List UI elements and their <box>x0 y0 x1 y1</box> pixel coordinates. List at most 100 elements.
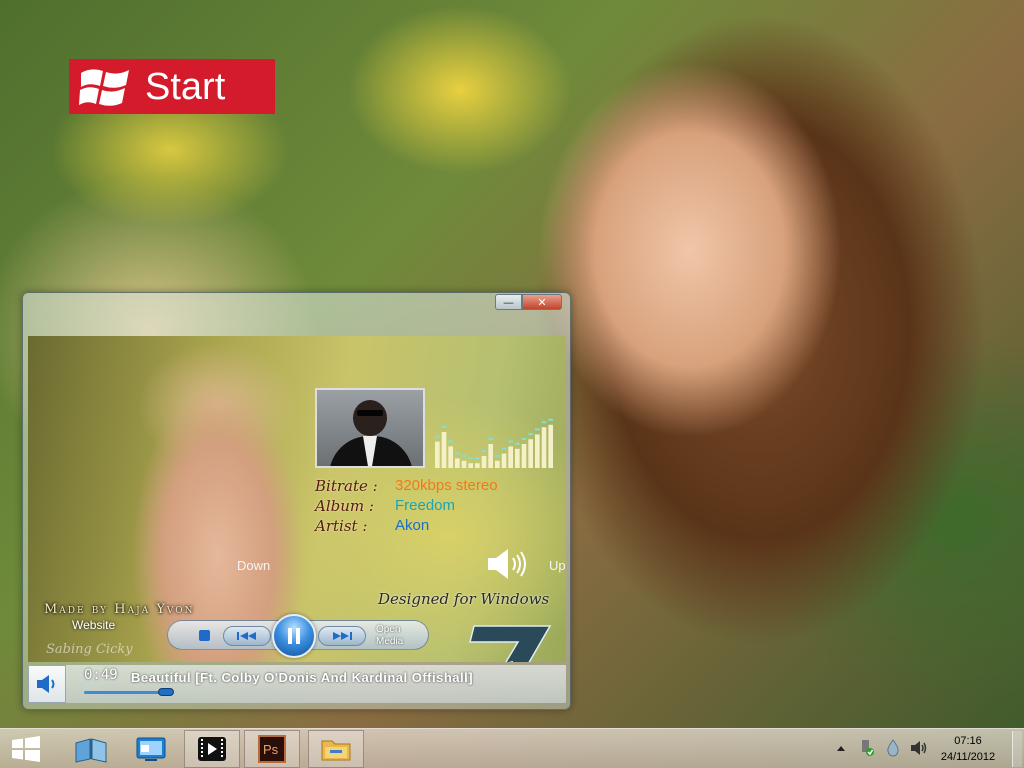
start-label: Start <box>145 65 226 108</box>
open-media-button[interactable]: Open Media <box>376 624 403 648</box>
folder-icon <box>321 740 351 761</box>
equalizer-bar <box>528 439 533 468</box>
pause-button[interactable] <box>272 614 316 658</box>
equalizer-bar <box>495 460 500 468</box>
next-icon <box>333 632 352 640</box>
equalizer-bar <box>481 456 487 468</box>
equalizer-bar <box>475 463 480 468</box>
safely-remove-hardware-button[interactable] <box>858 739 876 757</box>
action-center-button[interactable] <box>884 739 902 757</box>
minimize-button[interactable]: — <box>495 294 522 310</box>
taskbar-clock[interactable]: 07:16 24/11/2012 <box>934 733 1002 765</box>
taskbar-photoshop-app[interactable]: Ps <box>244 730 300 768</box>
equalizer-visualizer <box>435 418 553 468</box>
photoshop-icon: Ps <box>258 735 286 763</box>
taskbar: Ps 07:16 24/11/2012 <box>0 728 1024 768</box>
equalizer-peak <box>435 435 440 438</box>
artist-value: Akon <box>395 517 430 534</box>
equalizer-peak <box>521 438 527 440</box>
equalizer-bar <box>441 432 447 468</box>
previous-button[interactable] <box>223 626 271 646</box>
made-by-credit: Made by Haja Yvon <box>44 602 195 617</box>
equalizer-bar <box>501 453 507 468</box>
equalizer-bar <box>521 444 527 468</box>
system-tray <box>832 739 928 757</box>
elapsed-time: 0:49 <box>84 667 118 683</box>
start-tile[interactable]: Start <box>69 59 275 114</box>
start-button[interactable] <box>0 730 52 768</box>
equalizer-bar <box>515 448 520 468</box>
equalizer-peak <box>448 440 453 443</box>
equalizer-bar <box>548 424 553 468</box>
stop-button[interactable] <box>199 630 210 641</box>
mute-button[interactable] <box>28 665 66 703</box>
usb-device-icon <box>862 740 874 756</box>
chevron-up-icon <box>837 746 845 751</box>
equalizer-peak <box>515 442 520 445</box>
monitor-icon <box>136 737 166 761</box>
equalizer-peak <box>468 457 473 460</box>
media-player-icon <box>198 737 226 761</box>
equalizer-bar <box>455 458 460 468</box>
books-icon <box>75 738 107 763</box>
status-bar: 0:49 Beautiful [Ft. Colby O'Donis And Ka… <box>28 665 566 703</box>
album-background-art: Bitrate : 320kbps stereo Album : Freedom… <box>28 336 566 662</box>
album-cover-thumbnail <box>315 388 425 468</box>
windows-7-logo-icon <box>469 625 552 662</box>
equalizer-bar <box>508 446 513 468</box>
volume-tray-button[interactable] <box>910 739 928 757</box>
playback-controls: Open Media <box>167 614 429 658</box>
equalizer-peak <box>455 452 460 455</box>
taskbar-media-player-app[interactable] <box>184 730 240 768</box>
equalizer-peak <box>528 433 533 436</box>
next-button[interactable] <box>318 626 366 646</box>
window-controls: — ✕ <box>495 294 562 310</box>
equalizer-peak <box>548 418 553 421</box>
equalizer-peak <box>495 454 500 457</box>
speaker-tray-icon <box>911 741 927 755</box>
website-link[interactable]: Website <box>72 618 115 632</box>
album-label: Album : <box>315 497 374 515</box>
equalizer-peak <box>535 428 540 431</box>
designed-for-windows-text: Designed for Windows <box>378 590 550 608</box>
pause-icon <box>288 628 300 644</box>
equalizer-peak <box>441 426 447 428</box>
equalizer-peak <box>508 440 513 443</box>
bitrate-label: Bitrate : <box>315 477 378 495</box>
close-button[interactable]: ✕ <box>522 294 562 310</box>
equalizer-bar <box>435 441 440 468</box>
equalizer-bar <box>461 460 467 468</box>
volume-up-button[interactable]: Up <box>549 558 566 573</box>
equalizer-bar <box>541 427 547 468</box>
windows-start-icon <box>12 736 40 762</box>
open-media-label-line2: Media <box>376 636 404 647</box>
track-info: Bitrate : 320kbps stereo Album : Freedom… <box>315 476 498 536</box>
equalizer-peak <box>461 454 467 457</box>
previous-icon <box>237 632 256 640</box>
equalizer-peak <box>501 447 507 450</box>
show-desktop-button[interactable] <box>1012 731 1022 767</box>
seek-bar[interactable] <box>84 691 166 694</box>
taskbar-desktop-app[interactable] <box>126 730 176 768</box>
taskbar-file-explorer-app[interactable] <box>308 730 364 768</box>
volume-speaker-icon <box>488 549 526 579</box>
show-hidden-icons-button[interactable] <box>832 739 850 757</box>
volume-down-button[interactable]: Down <box>237 558 270 573</box>
equalizer-peak <box>541 421 547 424</box>
track-title: Beautiful [Ft. Colby O'Donis And Kardina… <box>131 670 474 685</box>
taskbar-library-app[interactable] <box>66 730 116 768</box>
equalizer-bar <box>448 446 453 468</box>
seek-handle[interactable] <box>157 688 174 696</box>
equalizer-peak <box>488 438 493 440</box>
equalizer-peak <box>475 457 480 460</box>
svg-text:Ps: Ps <box>263 742 279 757</box>
clock-time: 07:16 <box>954 735 982 747</box>
equalizer-bar <box>488 444 493 468</box>
album-value: Freedom <box>395 497 456 514</box>
clock-date: 24/11/2012 <box>940 751 996 763</box>
equalizer-peak <box>481 450 487 452</box>
windows-logo-icon <box>79 68 129 106</box>
open-media-label-line1: Open <box>376 624 401 635</box>
equalizer-bar <box>535 434 540 468</box>
bitrate-value: 320kbps stereo <box>395 477 498 494</box>
